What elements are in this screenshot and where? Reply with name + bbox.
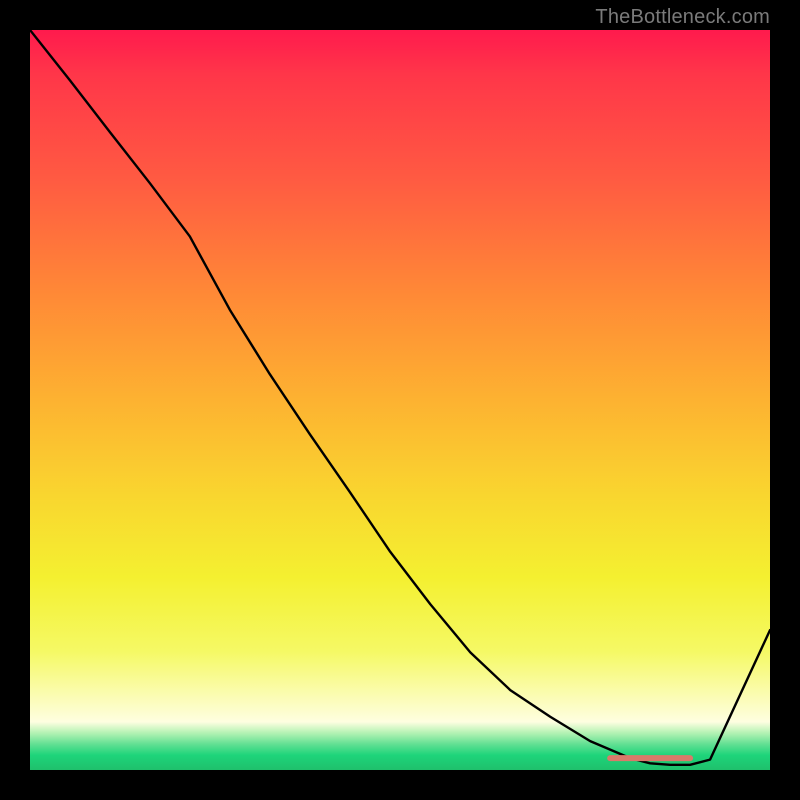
plot-area <box>30 30 770 770</box>
watermark-text: TheBottleneck.com <box>595 6 770 29</box>
chart-container: TheBottleneck.com <box>0 0 800 800</box>
plot-svg <box>30 30 770 770</box>
curve-line <box>30 30 770 765</box>
